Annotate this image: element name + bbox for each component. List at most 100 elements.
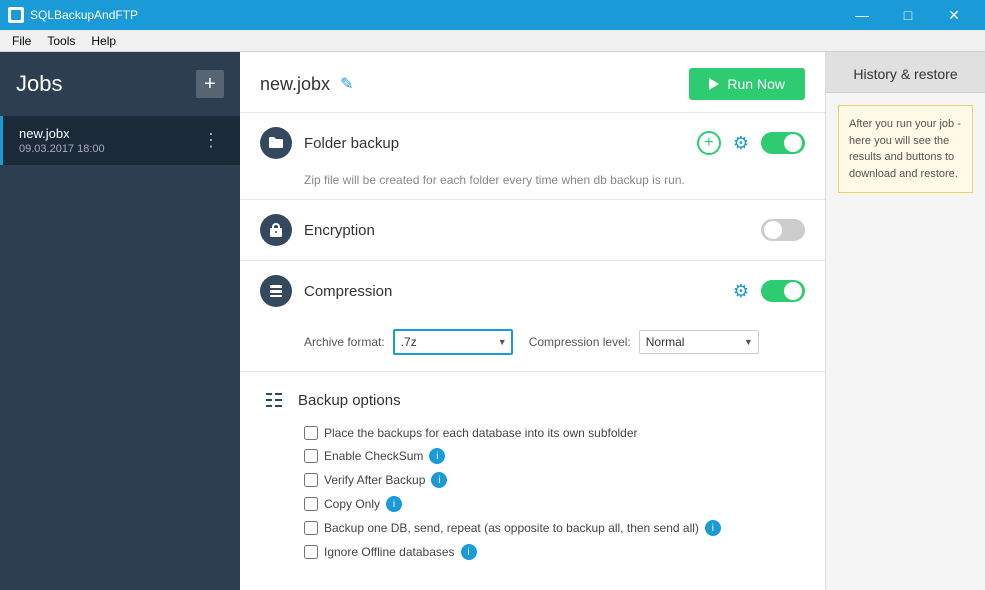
menu-file[interactable]: File (4, 32, 39, 50)
checkbox-copyonly-label: Copy Only (324, 497, 380, 511)
sidebar-item-name: new.jobx (19, 126, 105, 141)
sidebar: Jobs + new.jobx 09.03.2017 18:00 ⋮ (0, 52, 240, 590)
backup-options-header: Backup options (260, 386, 805, 414)
encryption-right (761, 219, 805, 241)
encryption-title: Encryption (304, 222, 375, 239)
encryption-toggle[interactable] (761, 219, 805, 241)
menu-help[interactable]: Help (83, 32, 124, 50)
checkbox-checksum-label: Enable CheckSum (324, 449, 423, 463)
sections-area: Folder backup + ⚙ Zip file will be creat… (240, 113, 825, 590)
sidebar-item-menu-icon[interactable]: ⋮ (198, 128, 224, 153)
folder-backup-section: Folder backup + ⚙ Zip file will be creat… (240, 113, 825, 200)
checkbox-subfolder-label: Place the backups for each database into… (324, 426, 638, 440)
checkbox-checksum[interactable] (304, 449, 318, 463)
right-panel-hint: After you run your job - here you will s… (838, 105, 973, 193)
compression-toggle[interactable] (761, 280, 805, 302)
folder-backup-left: Folder backup (260, 127, 399, 159)
folder-backup-gear-button[interactable]: ⚙ (733, 133, 749, 154)
compression-level-select-wrapper: Normal Fast Ultra None (639, 330, 759, 354)
folder-backup-add-button[interactable]: + (697, 131, 721, 155)
right-panel: History & restore After you run your job… (825, 52, 985, 590)
backup-options-section: Backup options Place the backups for eac… (240, 372, 825, 582)
sidebar-item-info: new.jobx 09.03.2017 18:00 (19, 126, 105, 155)
checkbox-list: Place the backups for each database into… (260, 426, 805, 560)
encryption-section: Encryption (240, 200, 825, 261)
compression-toggle-knob (784, 282, 802, 300)
compression-icon (260, 275, 292, 307)
verify-info-icon[interactable]: i (431, 472, 447, 488)
compression-options: Archive format: .7z .zip .tar.gz Compres… (240, 321, 825, 371)
title-bar-left: SQLBackupAndFTP (8, 7, 138, 23)
folder-backup-title: Folder backup (304, 135, 399, 152)
maximize-button[interactable]: □ (885, 0, 931, 30)
sidebar-header: Jobs + (0, 52, 240, 116)
backup-options-title: Backup options (298, 392, 401, 409)
folder-backup-description: Zip file will be created for each folder… (240, 173, 825, 199)
close-button[interactable]: ✕ (931, 0, 977, 30)
archive-format-group: Archive format: .7z .zip .tar.gz (304, 329, 513, 355)
compression-level-select[interactable]: Normal Fast Ultra None (639, 330, 759, 354)
compression-level-label: Compression level: (529, 335, 631, 349)
checkbox-onedb-label: Backup one DB, send, repeat (as opposite… (324, 521, 699, 535)
folder-backup-right: + ⚙ (697, 131, 805, 155)
run-icon (709, 78, 719, 90)
folder-backup-icon (260, 127, 292, 159)
archive-format-select-wrapper: .7z .zip .tar.gz (393, 329, 513, 355)
compression-level-group: Compression level: Normal Fast Ultra Non… (529, 330, 759, 354)
backup-options-icon (260, 386, 288, 414)
compression-section: Compression ⚙ Archive format: (240, 261, 825, 372)
checkbox-copyonly[interactable] (304, 497, 318, 511)
title-bar: SQLBackupAndFTP — □ ✕ (0, 0, 985, 30)
checksum-info-icon[interactable]: i (429, 448, 445, 464)
checkbox-verify[interactable] (304, 473, 318, 487)
checkbox-item-onedb: Backup one DB, send, repeat (as opposite… (304, 520, 805, 536)
compression-title: Compression (304, 283, 392, 300)
checkbox-item-verify: Verify After Backup i (304, 472, 805, 488)
archive-format-label: Archive format: (304, 335, 385, 349)
right-panel-header: History & restore (826, 52, 985, 93)
job-title: new.jobx (260, 74, 330, 95)
menu-tools[interactable]: Tools (39, 32, 83, 50)
copyonly-info-icon[interactable]: i (386, 496, 402, 512)
sidebar-title: Jobs (16, 71, 62, 97)
title-bar-controls: — □ ✕ (839, 0, 977, 30)
sidebar-item-job[interactable]: new.jobx 09.03.2017 18:00 ⋮ (0, 116, 240, 165)
encryption-icon (260, 214, 292, 246)
checkbox-offline[interactable] (304, 545, 318, 559)
edit-icon[interactable]: ✎ (340, 74, 353, 94)
checkbox-verify-label: Verify After Backup (324, 473, 425, 487)
app-body: Jobs + new.jobx 09.03.2017 18:00 ⋮ new.j… (0, 52, 985, 590)
menu-bar: File Tools Help (0, 30, 985, 52)
compression-right: ⚙ (733, 280, 805, 302)
folder-backup-toggle[interactable] (761, 132, 805, 154)
compression-left: Compression (260, 275, 392, 307)
app-icon (8, 7, 24, 23)
encryption-left: Encryption (260, 214, 375, 246)
less-settings-link[interactable]: Less settings... (240, 582, 825, 590)
add-job-button[interactable]: + (196, 70, 224, 98)
folder-backup-header: Folder backup + ⚙ (240, 113, 825, 173)
checkbox-subfolder[interactable] (304, 426, 318, 440)
archive-format-select[interactable]: .7z .zip .tar.gz (393, 329, 513, 355)
sidebar-item-date: 09.03.2017 18:00 (19, 143, 105, 155)
folder-backup-toggle-knob (784, 134, 802, 152)
checkbox-item-offline: Ignore Offline databases i (304, 544, 805, 560)
run-now-button[interactable]: Run Now (689, 68, 805, 100)
encryption-header: Encryption (240, 200, 825, 260)
app-title: SQLBackupAndFTP (30, 8, 138, 22)
content-area: new.jobx ✎ Run Now (240, 52, 825, 590)
run-now-label: Run Now (727, 76, 785, 92)
onedb-info-icon[interactable]: i (705, 520, 721, 536)
checkbox-item-copyonly: Copy Only i (304, 496, 805, 512)
checkbox-offline-label: Ignore Offline databases (324, 545, 455, 559)
compression-header: Compression ⚙ (240, 261, 825, 321)
encryption-toggle-knob (764, 221, 782, 239)
content-header: new.jobx ✎ Run Now (240, 52, 825, 113)
content-title-area: new.jobx ✎ (260, 74, 353, 95)
checkbox-item-subfolder: Place the backups for each database into… (304, 426, 805, 440)
checkbox-onedb[interactable] (304, 521, 318, 535)
minimize-button[interactable]: — (839, 0, 885, 30)
compression-gear-button[interactable]: ⚙ (733, 281, 749, 302)
offline-info-icon[interactable]: i (461, 544, 477, 560)
checkbox-item-checksum: Enable CheckSum i (304, 448, 805, 464)
